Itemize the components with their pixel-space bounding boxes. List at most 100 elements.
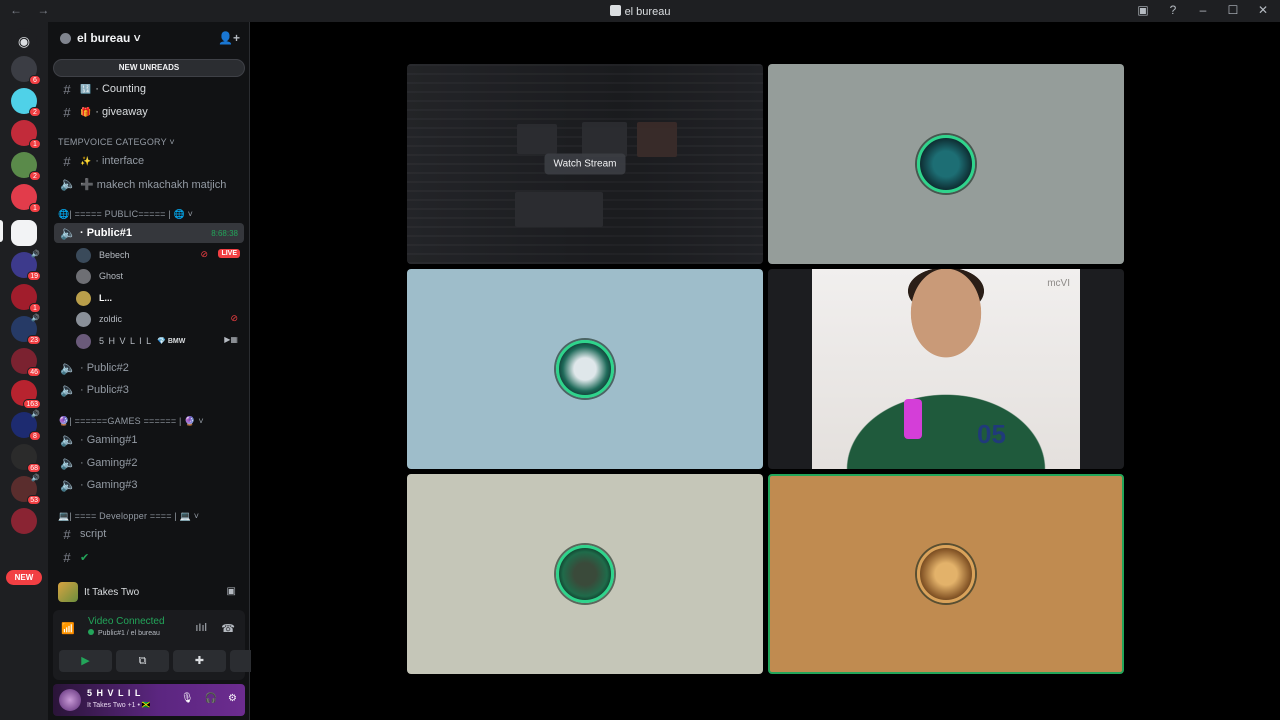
text-channel-icon: # [63, 526, 71, 542]
participant-tile[interactable] [768, 64, 1124, 264]
category-developper[interactable]: 💻| ==== Developper ==== | 💻 ˅ [58, 511, 199, 522]
noise-suppression-icon[interactable]: ıIıl [195, 622, 207, 634]
text-channel-icon: # [63, 104, 71, 120]
voice-location[interactable]: Public#1 / el bureau [88, 629, 160, 637]
category-tempvoice[interactable]: TEMPVOICE CATEGORY ˅ [58, 137, 175, 147]
avatar [556, 545, 614, 603]
server-icon[interactable]: 🔊 8 [11, 411, 41, 441]
bottle [904, 399, 922, 439]
disconnect-icon[interactable]: ☎ [221, 622, 235, 635]
window-controls: ▣ ? – ☐ ✕ [1136, 3, 1270, 17]
avatar[interactable] [59, 689, 81, 711]
avatar [76, 268, 91, 284]
channel-public2[interactable]: 🔈 · Public#2 [54, 358, 244, 378]
close-icon[interactable]: ✕ [1256, 3, 1270, 17]
avatar [76, 333, 91, 349]
user-status: It Takes Two +1 • 🇯🇲 [87, 702, 151, 709]
voice-user[interactable]: zoldic ⊘ [76, 309, 244, 329]
avatar [917, 135, 975, 193]
jacket-number: 05 [977, 419, 1006, 449]
discord-home-icon[interactable]: ◉ [11, 28, 37, 54]
participant-tile[interactable] [407, 474, 763, 674]
text-channel-icon: # [63, 153, 71, 169]
camera-button[interactable]: ▶ [59, 650, 112, 672]
stream-tile[interactable]: Watch Stream [407, 64, 763, 264]
live-badge: LIVE [218, 249, 240, 258]
camera-tile[interactable]: 05 mcVI [768, 269, 1124, 469]
category-games[interactable]: 🔮| ======GAMES ====== | 🔮 ˅ [58, 416, 204, 427]
share-screen-button[interactable]: ⧉ [116, 650, 169, 672]
window-titlebar: ← → el bureau ▣ ? – ☐ ✕ [0, 0, 1280, 22]
channel-public3[interactable]: 🔈 · Public#3 [54, 380, 244, 400]
server-icon[interactable]: 6 [11, 56, 41, 85]
server-el-bureau-icon[interactable] [11, 220, 37, 246]
voice-status: Video Connected [88, 616, 165, 627]
channel-create-voice[interactable]: 🔈 ➕ makech mkachakh matjich [54, 174, 244, 194]
channel-gaming3[interactable]: 🔈 · Gaming#3 [54, 475, 244, 495]
video-grid: Watch Stream 05 mcVI [251, 22, 1280, 720]
user-tag: 💎 BMW [157, 338, 186, 345]
muted-icon: ⊘ [230, 313, 238, 323]
guild-name: el bureau ˅ [77, 31, 141, 45]
new-unreads-bar[interactable]: NEW UNREADS [53, 59, 245, 77]
voice-user[interactable]: 5 H V L I L 💎 BMW ▶▦ [76, 331, 244, 351]
voice-user[interactable]: L... [76, 288, 244, 308]
server-icon[interactable]: 1 [11, 284, 41, 313]
help-icon[interactable]: ? [1166, 3, 1180, 17]
server-icon[interactable]: 🔊 19 [11, 251, 41, 281]
guild-header[interactable]: el bureau ˅ 👤+ [48, 22, 250, 54]
server-mark-icon [609, 5, 621, 16]
channel-gaming1[interactable]: 🔈 · Gaming#1 [54, 430, 244, 450]
channel-giveaway[interactable]: # 🎁 · giveaway [54, 102, 244, 122]
game-thumbnail [58, 582, 78, 602]
minimize-icon[interactable]: – [1196, 3, 1210, 17]
headphones-icon[interactable]: 🎧 [205, 693, 217, 704]
channel-public1[interactable]: 🔈 · Public#1 8:68:38 [54, 223, 244, 243]
video-icon: ▶▦ [224, 335, 238, 344]
watch-stream-button[interactable]: Watch Stream [544, 153, 626, 175]
server-icon[interactable]: 🔊 23 [11, 315, 41, 345]
speaker-icon: 🔈 [60, 477, 77, 492]
speaker-icon: 🔈 [60, 432, 77, 447]
server-icon[interactable] [11, 508, 37, 534]
server-icon[interactable]: 🔊 53 [11, 475, 41, 505]
category-public[interactable]: 🌐| ===== PUBLIC===== | 🌐 ˅ [58, 209, 193, 220]
channel-check[interactable]: # ✔ [54, 547, 244, 567]
channel-gaming2[interactable]: 🔈 · Gaming#2 [54, 453, 244, 473]
guild-icon [60, 32, 71, 44]
voice-user[interactable]: Ghost [76, 266, 244, 286]
activity-name: It Takes Two [84, 586, 140, 598]
server-icon[interactable]: 1 [11, 120, 41, 149]
channel-counting[interactable]: # 🔢 · Counting [54, 79, 244, 99]
server-icon[interactable]: 1 [11, 184, 41, 213]
server-icon[interactable]: 2 [11, 88, 41, 117]
voice-user[interactable]: Bebech ⊘ LIVE [76, 245, 244, 265]
signal-icon[interactable]: 📶 [61, 622, 75, 635]
channel-script[interactable]: # script [54, 524, 244, 544]
gear-icon[interactable]: ⚙ [228, 693, 237, 704]
server-icon[interactable]: 68 [11, 444, 41, 473]
activities-button[interactable]: ✚ [173, 650, 226, 672]
participant-tile-speaking[interactable] [768, 474, 1124, 674]
new-unreads-badge[interactable]: NEW [6, 570, 42, 585]
avatar [556, 340, 614, 398]
participant-tile[interactable] [407, 269, 763, 469]
text-channel-icon: # [63, 81, 71, 97]
invite-people-icon[interactable]: 👤+ [218, 31, 240, 45]
server-icon[interactable]: 2 [11, 152, 41, 181]
activity-bar[interactable]: It Takes Two ▣ [54, 578, 244, 606]
username: 5 H V L I L [87, 688, 142, 698]
speaker-icon: 🔈 [60, 176, 77, 191]
server-icon[interactable]: 163 [11, 380, 41, 409]
microphone-icon[interactable]: 🎙 [181, 693, 194, 704]
voice-connection-panel: 📶 Video Connected Public#1 / el bureau ı… [53, 610, 283, 680]
avatar [76, 247, 91, 263]
text-channel-icon: # [63, 549, 71, 565]
server-icon[interactable]: 46 [11, 348, 41, 377]
maximize-icon[interactable]: ☐ [1226, 3, 1240, 17]
screen-share-icon[interactable]: ▣ [227, 586, 236, 597]
avatar [76, 290, 91, 306]
channel-interface[interactable]: # ✨ · interface [54, 151, 244, 171]
inbox-icon[interactable]: ▣ [1136, 3, 1150, 17]
user-panel: 5 H V L I L It Takes Two +1 • 🇯🇲 🎙 🎧 ⚙ [53, 684, 245, 716]
